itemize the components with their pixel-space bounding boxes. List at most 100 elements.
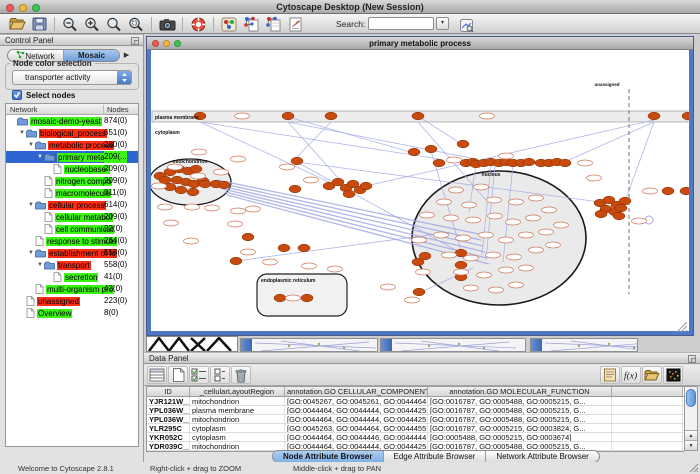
tab-edge-attribute-browser[interactable]: Edge Attribute Browser (383, 451, 486, 462)
node-label[interactable] (499, 237, 514, 243)
table-column-header[interactable]: _cellularLayoutRegion (190, 387, 285, 396)
zoom-fit-icon[interactable] (103, 15, 125, 33)
table-column-header[interactable]: annotation.GO MOLECULAR_FUNCTION (428, 387, 612, 396)
node-label[interactable] (437, 199, 452, 205)
node-label[interactable] (632, 218, 647, 224)
open-icon[interactable] (6, 15, 28, 33)
network-node[interactable] (662, 187, 674, 195)
unselect-attributes-icon[interactable] (210, 366, 230, 384)
network-node[interactable] (433, 159, 445, 167)
node-label[interactable] (416, 269, 431, 275)
node-label[interactable] (507, 254, 522, 260)
network-node[interactable] (289, 185, 301, 193)
network-node[interactable] (613, 212, 625, 220)
new-attribute-icon[interactable] (168, 366, 188, 384)
float-panel-icon[interactable] (131, 37, 139, 45)
background-network-window[interactable] (240, 338, 378, 352)
node-label[interactable] (462, 202, 477, 208)
expander-icon[interactable]: ▼ (27, 142, 35, 148)
node-label[interactable] (442, 252, 457, 258)
node-label[interactable] (509, 199, 524, 205)
zoom-out-icon[interactable] (59, 15, 81, 33)
node-label[interactable] (235, 113, 250, 119)
snapshot-icon[interactable] (156, 15, 178, 33)
node-label[interactable] (480, 113, 495, 119)
tree-row[interactable]: mosaic-demo-yeast874(0) (6, 115, 138, 127)
tree-row[interactable]: macromolecule311(0) (6, 187, 138, 199)
node-label[interactable] (529, 195, 544, 201)
node-label[interactable] (444, 215, 459, 221)
node-label[interactable] (302, 263, 317, 269)
delete-attribute-icon[interactable] (231, 366, 251, 384)
tree-row[interactable]: ▼cellular process614(0) (6, 199, 138, 211)
expander-icon[interactable]: ▼ (27, 250, 35, 256)
node-label[interactable] (263, 259, 278, 265)
attribute-table[interactable]: ID_cellularLayoutRegionannotation.GO CEL… (146, 386, 684, 452)
maximize-button[interactable] (32, 4, 40, 12)
tree-row[interactable]: ▼primary metabo209(... (6, 151, 138, 163)
search-input[interactable] (368, 17, 434, 30)
table-row[interactable]: YKR052Ccytoplasm[GO:0044464, GO:0044446,… (147, 433, 684, 442)
node-label[interactable] (499, 267, 514, 273)
select-attributes-icon[interactable] (189, 366, 209, 384)
network-node[interactable] (218, 181, 230, 189)
network-node[interactable] (648, 112, 660, 120)
table-column-header[interactable] (612, 387, 683, 396)
node-label[interactable] (152, 183, 167, 189)
search-dropdown-button[interactable]: ▾ (436, 17, 449, 30)
node-label[interactable] (578, 160, 593, 166)
node-label[interactable] (489, 287, 504, 293)
background-network-window[interactable] (146, 336, 238, 352)
network-node[interactable] (615, 204, 627, 212)
network-node[interactable] (298, 244, 310, 252)
node-label[interactable] (241, 249, 256, 255)
node-label[interactable] (509, 282, 524, 288)
node-label[interactable] (479, 232, 494, 238)
network-node[interactable] (199, 180, 211, 188)
network-node[interactable] (278, 244, 290, 252)
network-node[interactable] (408, 148, 420, 156)
node-label[interactable] (542, 207, 557, 213)
node-label[interactable] (286, 295, 301, 301)
network-node[interactable] (619, 197, 631, 205)
network-node[interactable] (343, 190, 355, 198)
tree-row[interactable]: nucleobase-209(0) (6, 163, 138, 175)
node-label[interactable] (519, 265, 534, 271)
network-node[interactable] (242, 233, 254, 241)
help-icon[interactable] (187, 15, 209, 33)
background-network-window[interactable] (530, 338, 638, 352)
network-node[interactable] (412, 258, 424, 266)
zoom-in-icon[interactable] (81, 15, 103, 33)
window-resize-grip[interactable] (689, 463, 699, 473)
tree-row[interactable]: Overview8(0) (6, 307, 138, 319)
attribute-matrix-icon[interactable] (663, 366, 683, 384)
network-node[interactable] (282, 112, 294, 120)
tree-row[interactable]: cellular metabol209(0) (6, 211, 138, 223)
node-label[interactable] (546, 242, 561, 248)
network-node[interactable] (175, 186, 187, 194)
node-label[interactable] (184, 238, 199, 244)
node-label[interactable] (506, 219, 521, 225)
network-canvas[interactable]: plasma membranecytoplasmmitochondrionnuc… (151, 50, 689, 332)
tree-row[interactable]: ▼establishment of lo558(0) (6, 247, 138, 259)
network-node[interactable] (187, 188, 199, 196)
node-label[interactable] (185, 204, 200, 210)
tree-row[interactable]: unassigned223(0) (6, 295, 138, 307)
network-node[interactable] (301, 294, 313, 302)
tree-row[interactable]: cell communicat22(0) (6, 223, 138, 235)
node-label[interactable] (246, 206, 261, 212)
node-label[interactable] (228, 221, 243, 227)
function-builder-icon[interactable]: f(x) (621, 366, 641, 384)
network-node[interactable] (595, 210, 607, 218)
tree-row[interactable]: multi-organism pro42(0) (6, 283, 138, 295)
network-node[interactable] (457, 140, 469, 148)
network-node[interactable] (559, 159, 571, 167)
table-scrollbar[interactable]: ▲ ▼ (684, 386, 698, 451)
network-table-icon[interactable] (262, 15, 284, 33)
network-window-titlebar[interactable]: primary metabolic process (147, 37, 693, 50)
tree-row[interactable]: ▼biological_process651(0) (6, 127, 138, 139)
tree-row[interactable]: nitrogen compo209(0) (6, 175, 138, 187)
network-node[interactable] (325, 112, 337, 120)
titlebar[interactable]: Cytoscape Desktop (New Session) (0, 0, 700, 14)
network-node[interactable] (523, 158, 535, 166)
